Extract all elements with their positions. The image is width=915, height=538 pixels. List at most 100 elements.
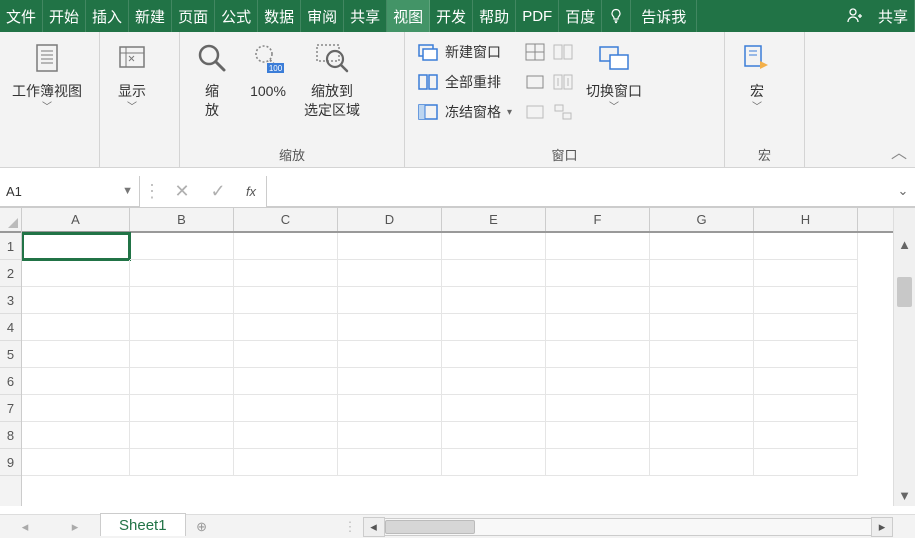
sheet-nav-last[interactable]: ▸: [72, 519, 79, 535]
macro-button[interactable]: 宏 ﹀: [729, 36, 785, 115]
vscroll-track[interactable]: [894, 255, 915, 484]
scroll-left-button[interactable]: ◂: [363, 517, 385, 537]
column-header[interactable]: B: [130, 208, 234, 231]
tab-view[interactable]: 视图: [387, 0, 430, 32]
cell[interactable]: [130, 233, 234, 260]
cell[interactable]: [22, 341, 130, 368]
cell[interactable]: [338, 233, 442, 260]
cell[interactable]: [234, 449, 338, 476]
share-button[interactable]: 共享: [872, 0, 915, 32]
switch-windows-button[interactable]: 切换窗口 ﹀: [578, 36, 650, 115]
cell[interactable]: [442, 422, 546, 449]
cell[interactable]: [130, 341, 234, 368]
column-header[interactable]: A: [22, 208, 130, 231]
sync-scrolling-button[interactable]: [550, 68, 576, 96]
cell[interactable]: [442, 341, 546, 368]
new-window-button[interactable]: 新建窗口: [411, 38, 518, 66]
sheet-tab-1[interactable]: Sheet1: [100, 513, 186, 536]
zoom-button[interactable]: 缩 放: [184, 36, 240, 122]
row-header[interactable]: 3: [0, 287, 21, 314]
select-all-corner[interactable]: [0, 208, 21, 233]
tab-page[interactable]: 页面: [172, 0, 215, 32]
row-header[interactable]: 1: [0, 233, 21, 260]
column-header[interactable]: E: [442, 208, 546, 231]
cell[interactable]: [546, 233, 650, 260]
tab-file[interactable]: 文件: [0, 0, 43, 32]
cell[interactable]: [130, 314, 234, 341]
column-header[interactable]: C: [234, 208, 338, 231]
enter-formula-button[interactable]: ✓: [200, 176, 236, 207]
horizontal-scrollbar[interactable]: ⋮ ◂ ▸: [338, 515, 893, 538]
cell[interactable]: [442, 449, 546, 476]
cell[interactable]: [130, 368, 234, 395]
tab-pdf[interactable]: PDF: [516, 0, 559, 32]
cell[interactable]: [130, 422, 234, 449]
reset-window-button[interactable]: [550, 98, 576, 126]
tab-data[interactable]: 数据: [258, 0, 301, 32]
cell[interactable]: [234, 314, 338, 341]
hide-button[interactable]: [522, 68, 548, 96]
cell[interactable]: [338, 449, 442, 476]
cancel-formula-button[interactable]: ✕: [164, 176, 200, 207]
split-button[interactable]: [522, 38, 548, 66]
zoom-to-selection-button[interactable]: 缩放到 选定区域: [296, 36, 368, 122]
row-header[interactable]: 2: [0, 260, 21, 287]
column-header[interactable]: D: [338, 208, 442, 231]
cell[interactable]: [234, 260, 338, 287]
cell[interactable]: [650, 422, 754, 449]
cell[interactable]: [650, 314, 754, 341]
row-header[interactable]: 4: [0, 314, 21, 341]
freeze-panes-button[interactable]: 冻结窗格 ▾: [411, 98, 518, 126]
collapse-ribbon-button[interactable]: ︿: [891, 139, 907, 163]
cell[interactable]: [338, 368, 442, 395]
vertical-scrollbar[interactable]: ▲ ▼: [893, 208, 915, 506]
splitter-grip-icon[interactable]: ⋮: [344, 519, 357, 535]
zoom-100-button[interactable]: 100 100%: [240, 36, 296, 103]
tab-insert[interactable]: 插入: [86, 0, 129, 32]
cell[interactable]: [338, 260, 442, 287]
tab-review[interactable]: 审阅: [301, 0, 344, 32]
tab-baidu[interactable]: 百度: [559, 0, 602, 32]
row-header[interactable]: 8: [0, 422, 21, 449]
unhide-button[interactable]: [522, 98, 548, 126]
cell[interactable]: [130, 287, 234, 314]
cell[interactable]: [234, 368, 338, 395]
cell[interactable]: [650, 260, 754, 287]
sheet-nav-first[interactable]: ◂: [22, 519, 29, 535]
cell[interactable]: [22, 260, 130, 287]
cell[interactable]: [546, 368, 650, 395]
show-button[interactable]: 显示 ﹀: [104, 36, 160, 115]
cell[interactable]: [546, 395, 650, 422]
cell[interactable]: [22, 233, 130, 260]
cell[interactable]: [338, 314, 442, 341]
row-header[interactable]: 9: [0, 449, 21, 476]
row-header[interactable]: 5: [0, 341, 21, 368]
hscroll-track[interactable]: [385, 518, 871, 536]
workbook-views-button[interactable]: 工作簿视图 ﹀: [4, 36, 90, 115]
scroll-up-button[interactable]: ▲: [894, 233, 915, 255]
cell[interactable]: [754, 395, 858, 422]
cell[interactable]: [22, 287, 130, 314]
tab-help[interactable]: 帮助: [473, 0, 516, 32]
cell[interactable]: [650, 233, 754, 260]
share-user-icon[interactable]: [840, 0, 872, 32]
cell[interactable]: [338, 287, 442, 314]
cell[interactable]: [546, 422, 650, 449]
cell[interactable]: [130, 260, 234, 287]
formula-input[interactable]: [266, 176, 891, 207]
cell[interactable]: [546, 449, 650, 476]
cell[interactable]: [650, 449, 754, 476]
name-box-caret-icon[interactable]: ▼: [122, 185, 133, 197]
view-side-by-side-button[interactable]: [550, 38, 576, 66]
cell[interactable]: [234, 341, 338, 368]
cell[interactable]: [754, 287, 858, 314]
cell[interactable]: [338, 422, 442, 449]
cell[interactable]: [130, 449, 234, 476]
cell[interactable]: [442, 287, 546, 314]
row-header[interactable]: 6: [0, 368, 21, 395]
cell[interactable]: [234, 233, 338, 260]
cell[interactable]: [754, 314, 858, 341]
tab-formula[interactable]: 公式: [215, 0, 258, 32]
cell[interactable]: [22, 422, 130, 449]
cell[interactable]: [442, 233, 546, 260]
